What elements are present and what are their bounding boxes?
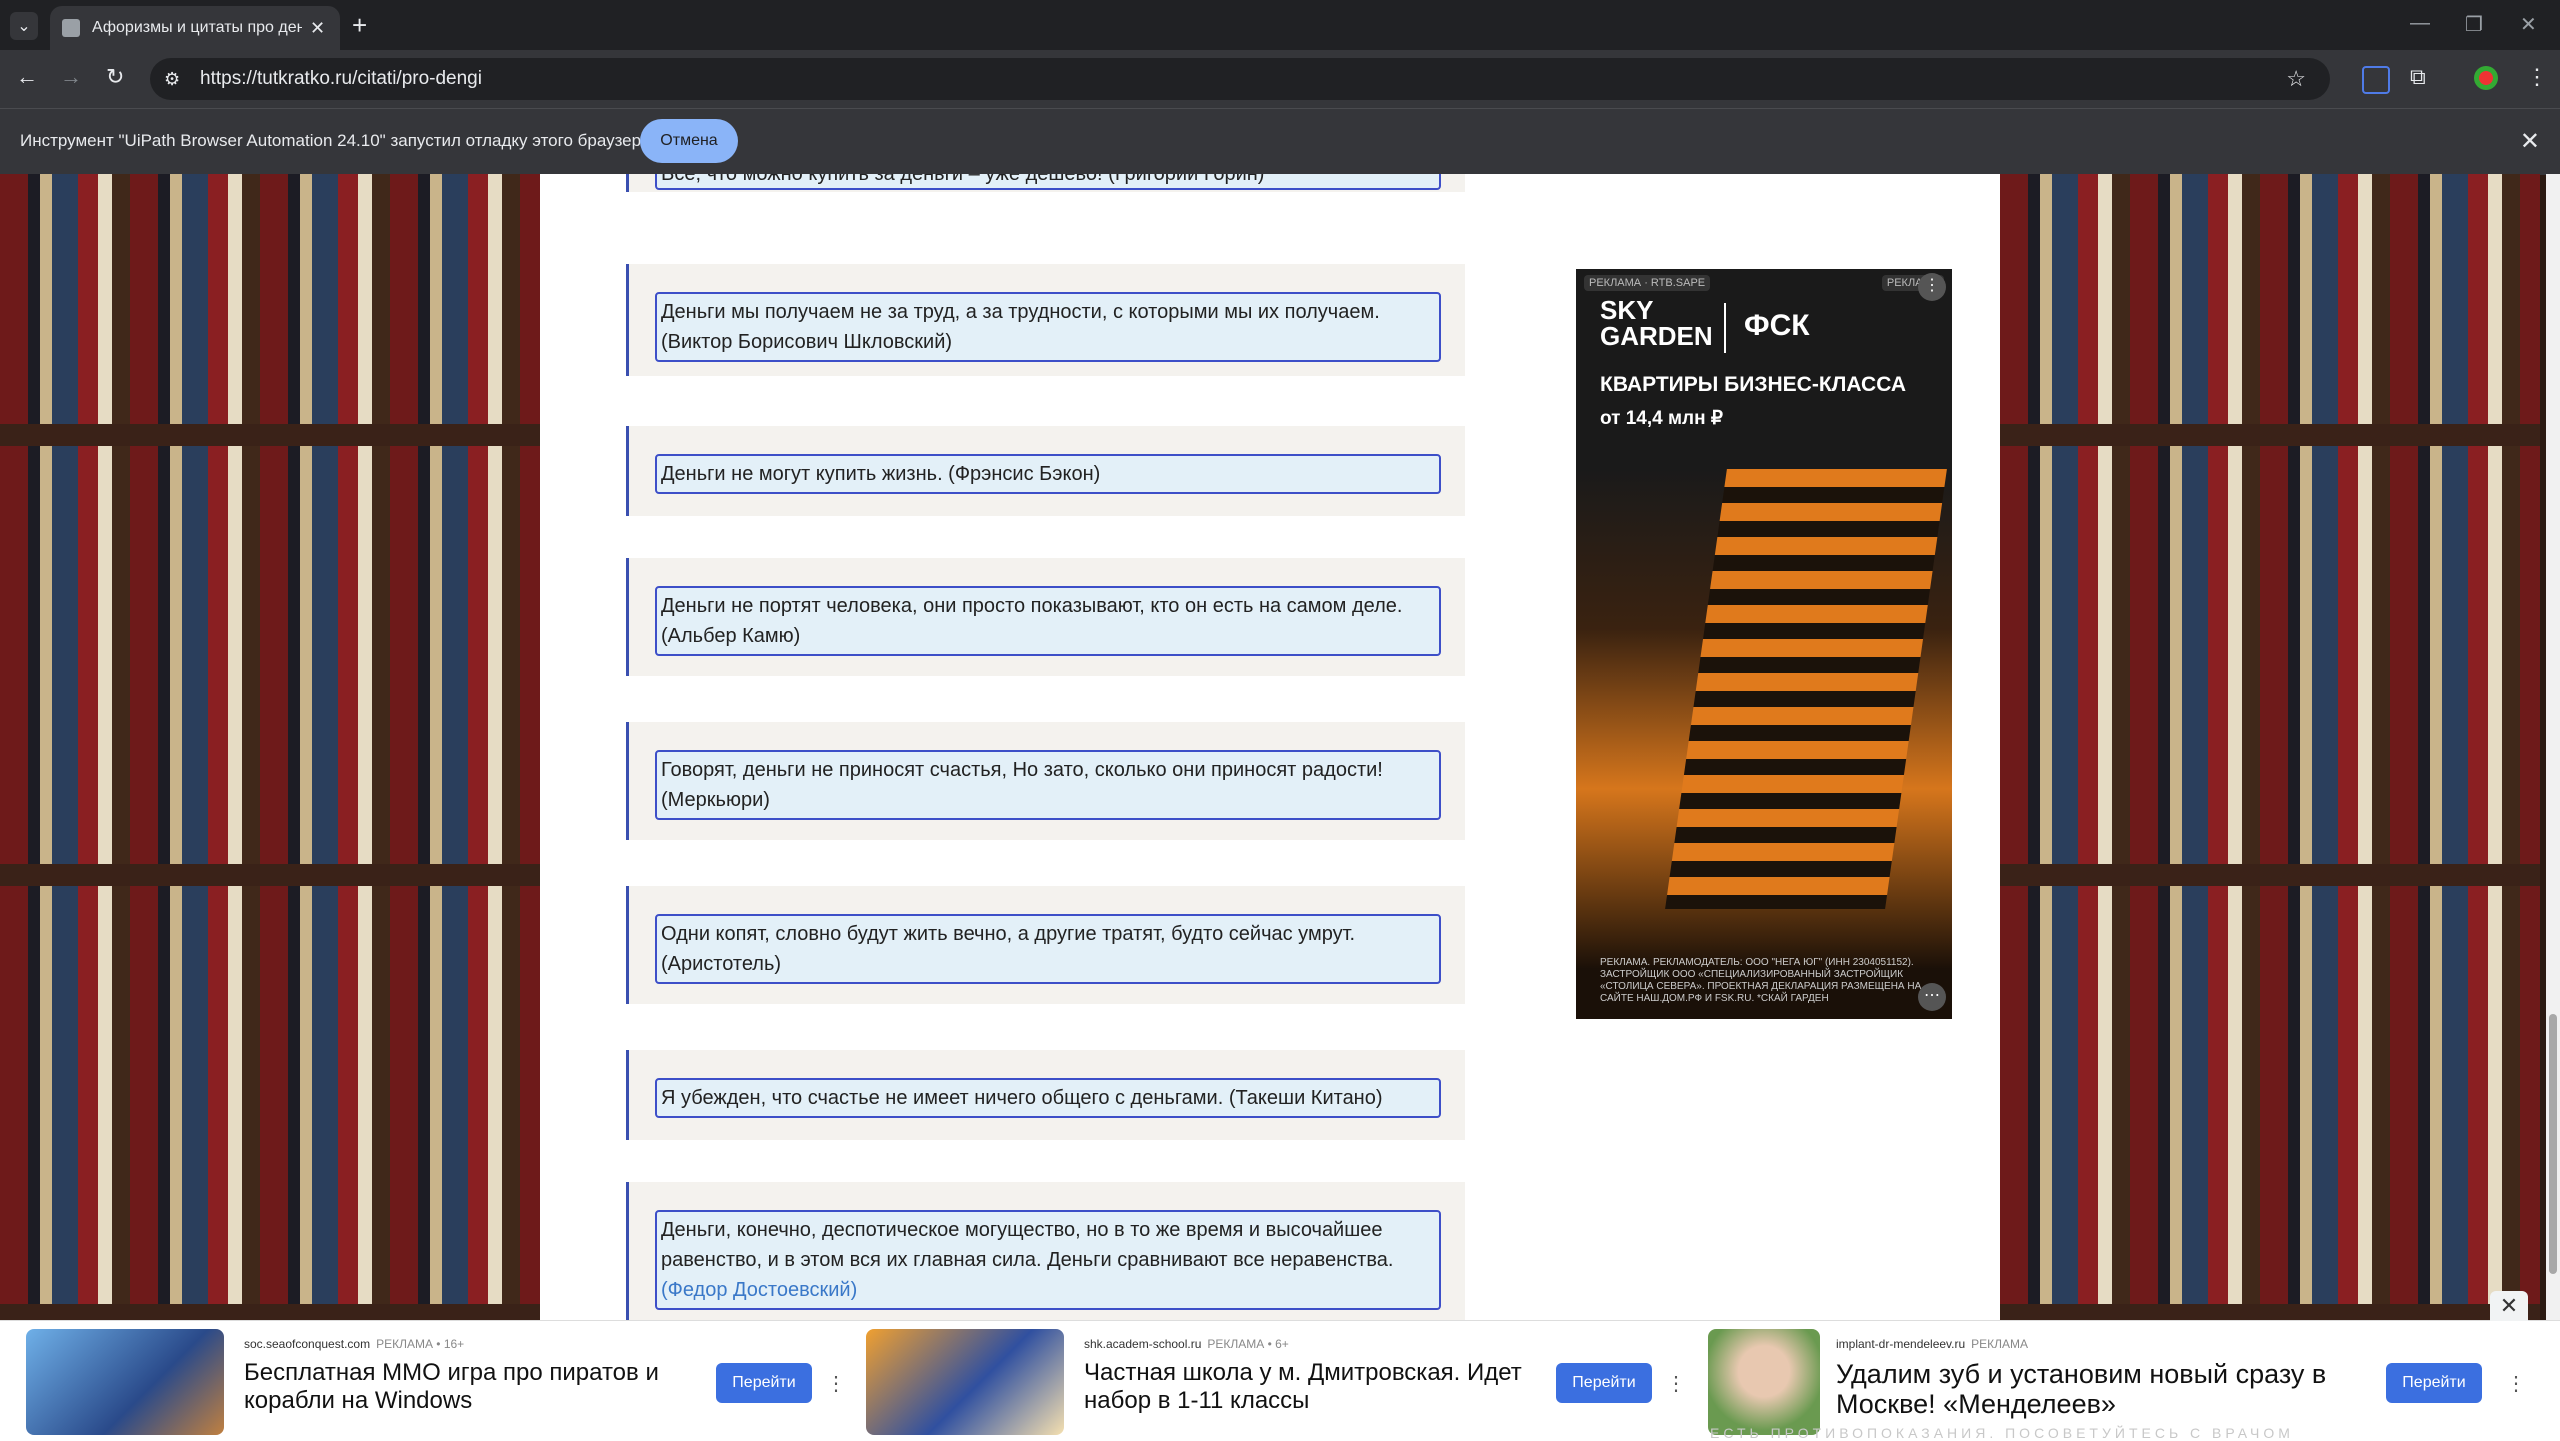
quote-text[interactable]: Деньги не портят человека, они просто по… [655, 586, 1441, 656]
ad-label: РЕКЛАМА • 16+ [376, 1337, 465, 1351]
author-link[interactable]: (Федор Достоевский) [661, 1279, 857, 1301]
extensions-puzzle-icon[interactable]: ⧉ [2410, 64, 2426, 90]
ad-title: Частная школа у м. Дмитровская. Идет наб… [1084, 1359, 1522, 1414]
quote-body: Деньги, конечно, деспотическое могуществ… [661, 1219, 1394, 1271]
debug-infobar: Инструмент "UiPath Browser Automation 24… [0, 108, 2560, 175]
page-viewport: Все, что можно купить за деньги – уже де… [0, 174, 2560, 1440]
ad-go-button[interactable]: Перейти [2386, 1363, 2482, 1403]
back-icon[interactable]: ← [16, 64, 38, 90]
main-content: Все, что можно купить за деньги – уже де… [540, 174, 2000, 1440]
ad-label: РЕКЛАМА · RTB.SAPE [1584, 275, 1711, 291]
profile-avatar[interactable] [2474, 66, 2498, 90]
ad-label: РЕКЛАМА • 6+ [1207, 1337, 1289, 1351]
quote-body: Я убежден, что счастье не имеет ничего о… [661, 1087, 1383, 1109]
ad-menu-icon[interactable]: ⋮ [826, 1371, 846, 1396]
bottom-ad[interactable]: soc.seaofconquest.com РЕКЛАМА • 16+ Беспл… [26, 1329, 846, 1437]
forward-icon[interactable]: → [60, 64, 82, 90]
ad-go-button[interactable]: Перейти [716, 1363, 812, 1403]
ad-domain-text: implant-dr-mendeleev.ru [1836, 1337, 1966, 1351]
bottom-ad[interactable]: shk.academ-school.ru РЕКЛАМА • 6+ Частная… [866, 1329, 1686, 1437]
ad-menu-icon[interactable]: ⋮ [2506, 1371, 2526, 1396]
ad-title: Бесплатная ММО игра про пиратов и корабл… [244, 1359, 659, 1414]
ad-more-icon[interactable]: ⋮ [1918, 273, 1946, 301]
cancel-button[interactable]: Отмена [640, 119, 738, 163]
new-tab-icon[interactable]: + [352, 10, 367, 41]
ad-domain-text: soc.seaofconquest.com [244, 1337, 371, 1351]
restore-icon[interactable]: ❐ [2465, 12, 2483, 37]
quote-body: Говорят, деньги не приносят счастья, Но … [661, 759, 1383, 811]
quote-body: Деньги не портят человека, они просто по… [661, 595, 1403, 647]
uipath-extension-icon[interactable] [2362, 66, 2390, 94]
browser-toolbar: ← → ↻ ⚙ https://tutkratko.ru/citati/pro-… [0, 50, 2560, 108]
minimize-icon[interactable]: — [2410, 12, 2430, 35]
ad-price: от 14,4 млн ₽ [1600, 408, 1723, 429]
ad-warning-text: ЕСТЬ ПРОТИВОПОКАЗАНИЯ. ПОСОВЕТУЙТЕСЬ С В… [1710, 1425, 2294, 1441]
scrollbar[interactable] [2546, 174, 2560, 1320]
quote-body: Одни копят, словно будут жить вечно, а д… [661, 923, 1356, 975]
infobar-close-icon[interactable]: ✕ [2520, 127, 2540, 156]
quote-text[interactable]: Деньги мы получаем не за труд, а за труд… [655, 292, 1441, 362]
site-favicon-icon [62, 19, 80, 37]
ad-building-image [1665, 469, 1947, 909]
quote-card: Деньги не портят человека, они просто по… [626, 558, 1465, 676]
tab-strip: ⌄ Афоризмы и цитаты про день… ✕ + — ❐ ✕ [0, 0, 2560, 50]
quote-card: Деньги мы получаем не за труд, а за труд… [626, 264, 1465, 376]
ad-label: РЕКЛАМА [1971, 1337, 2029, 1351]
quote-body: Все, что можно купить за деньги – уже де… [661, 174, 1265, 185]
quote-text[interactable]: Я убежден, что счастье не имеет ничего о… [655, 1078, 1441, 1118]
quote-body: Деньги мы получаем не за труд, а за труд… [661, 301, 1380, 353]
ad-legal-text: РЕКЛАМА. РЕКЛАМОДАТЕЛЬ: ООО "НЕГА ЮГ" (И… [1600, 957, 1922, 1004]
quote-text[interactable]: Деньги не могут купить жизнь. (Фрэнсис Б… [655, 454, 1441, 494]
tab-search-chevron-icon[interactable]: ⌄ [10, 12, 38, 40]
quote-card: Деньги, конечно, деспотическое могуществ… [626, 1182, 1465, 1332]
quote-card: Я убежден, что счастье не имеет ничего о… [626, 1050, 1465, 1140]
ad-menu-icon[interactable]: ⋮ [1666, 1371, 1686, 1396]
bookshelf-background-right [2000, 174, 2540, 1440]
ad-domain: shk.academ-school.ru РЕКЛАМА • 6+ [1084, 1337, 1289, 1351]
quote-body: Деньги не могут купить жизнь. (Фрэнсис Б… [661, 463, 1101, 485]
tab-title: Афоризмы и цитаты про день… [92, 19, 302, 36]
ad-image [26, 1329, 224, 1435]
ad-go-button[interactable]: Перейти [1556, 1363, 1652, 1403]
ad-more-icon-bottom[interactable]: ⋯ [1918, 983, 1946, 1011]
bookmark-star-icon[interactable]: ☆ [2286, 66, 2306, 92]
address-bar[interactable]: ⚙ https://tutkratko.ru/citati/pro-dengi … [150, 58, 2330, 100]
infobar-message: Инструмент "UiPath Browser Automation 24… [20, 131, 656, 150]
ad-title: Удалим зуб и установим новый сразу в Мос… [1836, 1359, 2327, 1419]
ad-image [1708, 1329, 1820, 1435]
ad-strip-close-icon[interactable]: ✕ [2490, 1291, 2528, 1321]
quote-text[interactable]: Одни копят, словно будут жить вечно, а д… [655, 914, 1441, 984]
ad-domain: soc.seaofconquest.com РЕКЛАМА • 16+ [244, 1337, 464, 1351]
bottom-ad[interactable]: implant-dr-mendeleev.ru РЕКЛАМА Удалим зу… [1708, 1329, 2528, 1437]
bottom-ad-strip: ✕ soc.seaofconquest.com РЕКЛАМА • 16+ Бес… [0, 1291, 2560, 1441]
url-text[interactable]: https://tutkratko.ru/citati/pro-dengi [200, 68, 482, 90]
quote-card: Одни копят, словно будут жить вечно, а д… [626, 886, 1465, 1004]
site-info-icon[interactable]: ⚙ [164, 69, 188, 90]
scrollbar-thumb[interactable] [2549, 1014, 2557, 1274]
quote-text[interactable]: Деньги, конечно, деспотическое могуществ… [655, 1210, 1441, 1310]
ad-headline: КВАРТИРЫ БИЗНЕС-КЛАССА [1600, 373, 1906, 396]
quote-card: Деньги не могут купить жизнь. (Фрэнсис Б… [626, 426, 1465, 516]
menu-kebab-icon[interactable]: ⋮ [2526, 64, 2548, 90]
ad-divider [1724, 303, 1726, 353]
active-tab[interactable]: Афоризмы и цитаты про день… ✕ [50, 6, 340, 50]
quote-text[interactable]: Все, что можно купить за деньги – уже де… [655, 174, 1441, 190]
quote-text[interactable]: Говорят, деньги не приносят счастья, Но … [655, 750, 1441, 820]
quote-card: Все, что можно купить за деньги – уже де… [626, 174, 1465, 192]
side-banner-ad[interactable]: РЕКЛАМА · RTB.SAPE РЕКЛАМА ⋮ SKY GARDEN … [1576, 269, 1952, 1019]
bookshelf-background-left [0, 174, 540, 1440]
ad-brand-fsk: ФСК [1744, 309, 1810, 342]
close-window-icon[interactable]: ✕ [2520, 12, 2537, 37]
ad-domain: implant-dr-mendeleev.ru РЕКЛАМА [1836, 1337, 2028, 1351]
reload-icon[interactable]: ↻ [106, 64, 124, 90]
ad-brand: SKY GARDEN [1600, 295, 1713, 351]
close-tab-icon[interactable]: ✕ [310, 18, 325, 39]
ad-domain-text: shk.academ-school.ru [1084, 1337, 1202, 1351]
quote-card: Говорят, деньги не приносят счастья, Но … [626, 722, 1465, 840]
ad-image [866, 1329, 1064, 1435]
